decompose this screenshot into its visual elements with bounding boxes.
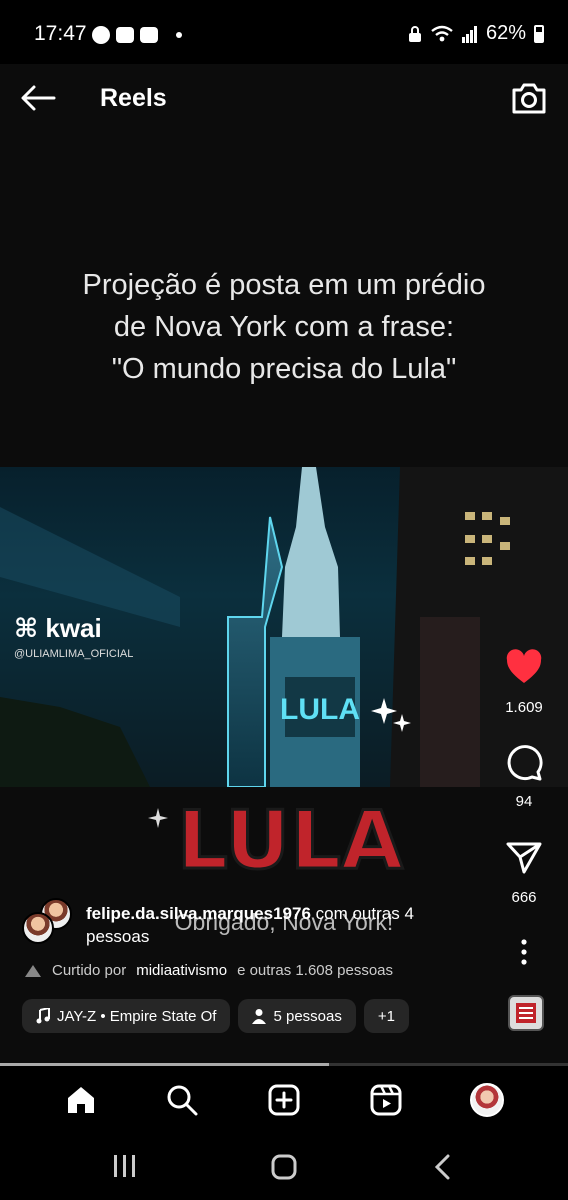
youtube-icon — [116, 27, 134, 43]
page-title: Reels — [100, 84, 167, 112]
nav-create[interactable] — [264, 1080, 304, 1120]
kwai-label: kwai — [45, 613, 102, 643]
audio-chip[interactable]: JAY-Z • Empire State Of — [22, 999, 231, 1033]
whatsapp-icon — [92, 26, 110, 44]
system-indicators: 62% — [408, 22, 544, 45]
nav-home[interactable] — [61, 1080, 101, 1120]
author-username[interactable]: felipe.da.silva.marques1976 — [86, 904, 311, 923]
youtube-icon — [140, 27, 158, 43]
video-headline: Projeção é posta em um prédio de Nova Yo… — [0, 264, 568, 390]
liked-user[interactable]: midiaativismo — [136, 962, 227, 979]
liked-by[interactable]: Curtido por midiaativismo e outras 1.608… — [24, 962, 393, 979]
headline-line: de Nova York com a frase: — [113, 311, 455, 343]
kwai-logo-icon: ⌘ — [14, 613, 39, 643]
more-vertical-icon[interactable] — [504, 934, 544, 974]
collab-avatars[interactable] — [22, 898, 74, 950]
comment-icon[interactable] — [504, 742, 544, 782]
kwai-watermark: ⌘ kwai — [14, 613, 102, 644]
plus-square-icon[interactable] — [268, 1084, 300, 1116]
lula-big-text: LULA — [177, 794, 403, 887]
liked-prefix: Curtido por — [52, 962, 127, 979]
people-chip[interactable]: 5 pessoas — [238, 999, 356, 1033]
audio-thumbnail[interactable] — [508, 995, 544, 1031]
more-notifications-icon — [176, 32, 182, 38]
headline-line: Projeção é posta em um prédio — [82, 269, 486, 301]
wifi-icon — [431, 25, 453, 41]
author-line: felipe.da.silva.marques1976 com outras 4… — [86, 902, 476, 948]
search-icon[interactable] — [166, 1084, 198, 1116]
home-icon[interactable] — [65, 1084, 97, 1116]
battery-percent: 62% — [485, 22, 526, 44]
music-note-icon — [36, 1008, 50, 1024]
comment-action[interactable]: 94 — [502, 742, 546, 810]
bottom-nav — [0, 1066, 568, 1134]
reel-chips: JAY-Z • Empire State Of 5 pessoas +1 — [22, 999, 409, 1033]
skyline-scene: LULA ⌘ kwai @ULIAMLIMA_OFICIAL — [0, 467, 568, 787]
signal-icon — [461, 25, 477, 43]
more-label: +1 — [377, 1007, 395, 1025]
status-bar: 17:47 62% — [0, 0, 568, 64]
liked-avatar-icon — [25, 964, 41, 977]
sparkle-icon — [371, 698, 411, 732]
more-chip[interactable]: +1 — [363, 999, 409, 1033]
share-action[interactable]: 666 — [502, 838, 546, 906]
home-button-icon[interactable] — [270, 1154, 298, 1180]
reels-header: Reels — [0, 64, 568, 134]
recent-apps-icon[interactable] — [112, 1154, 138, 1178]
system-navigation — [0, 1134, 568, 1200]
like-action[interactable]: 1.609 — [502, 648, 546, 716]
audio-label: JAY-Z • Empire State Of — [57, 1007, 217, 1025]
kwai-handle: @ULIAMLIMA_OFICIAL — [14, 648, 134, 660]
battery-icon — [534, 24, 544, 43]
lock-icon — [408, 25, 421, 42]
comment-count: 94 — [515, 793, 533, 810]
nav-reels[interactable] — [366, 1080, 406, 1120]
reels-icon[interactable] — [370, 1084, 402, 1116]
camera-icon[interactable] — [510, 80, 548, 116]
people-label: 5 pessoas — [273, 1007, 342, 1025]
headline-line: "O mundo precisa do Lula" — [111, 353, 457, 385]
like-count: 1.609 — [505, 699, 543, 716]
back-arrow-icon[interactable] — [18, 82, 58, 114]
profile-avatar[interactable] — [470, 1083, 505, 1117]
nav-search[interactable] — [162, 1080, 202, 1120]
person-icon — [252, 1009, 267, 1024]
sparkle-icon — [148, 808, 168, 828]
send-icon[interactable] — [504, 838, 544, 878]
status-time: 17:47 — [34, 22, 87, 45]
lula-title: LULA — [160, 786, 420, 901]
more-options-action[interactable] — [502, 934, 546, 979]
back-button-icon[interactable] — [432, 1154, 454, 1180]
nav-profile[interactable] — [467, 1080, 507, 1120]
heart-icon[interactable] — [504, 648, 544, 688]
projected-lula-text: LULA — [280, 693, 360, 726]
share-count: 666 — [511, 889, 537, 906]
notification-icons — [92, 26, 182, 44]
avatar[interactable] — [22, 912, 54, 944]
liked-suffix[interactable]: e outras 1.608 pessoas — [237, 962, 393, 979]
